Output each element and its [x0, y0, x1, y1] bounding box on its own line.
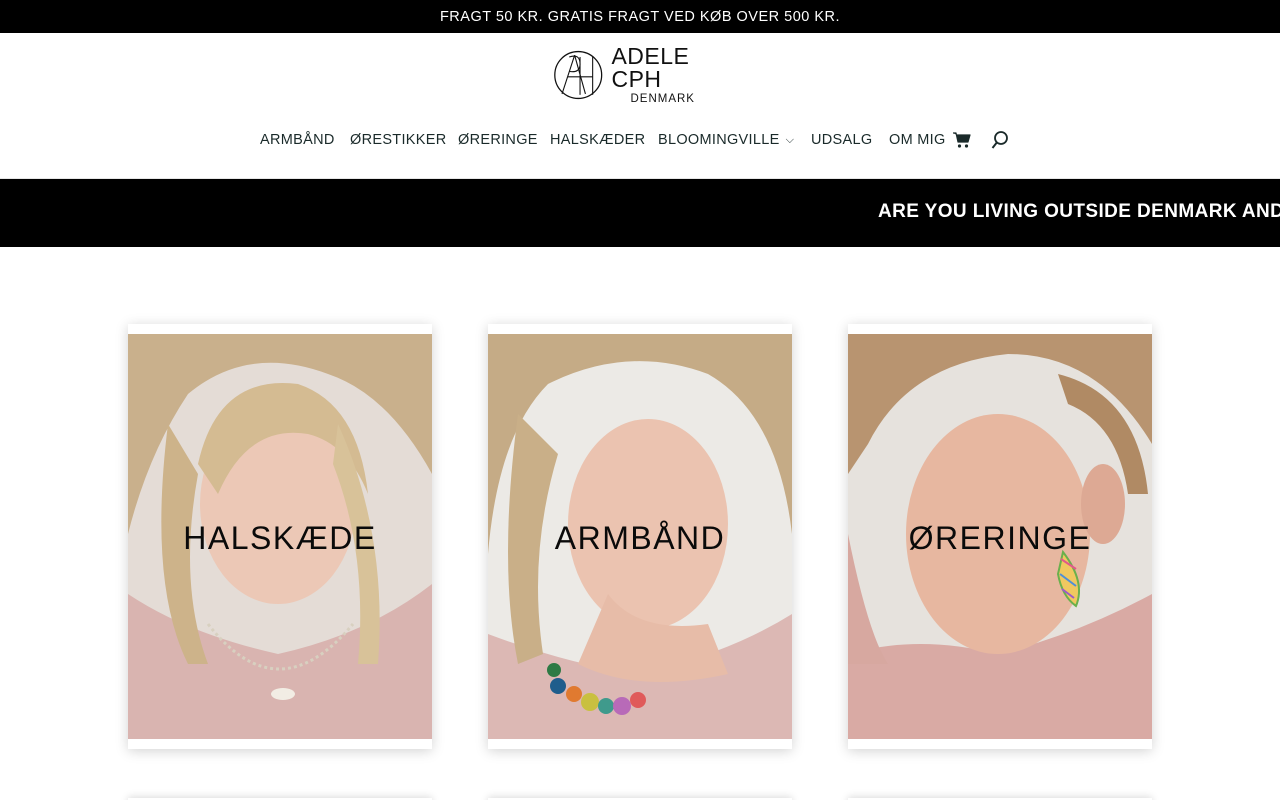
scrolling-banner-text: ARE YOU LIVING OUTSIDE DENMARK AND — [878, 201, 1280, 222]
nav-item-armbaand[interactable]: ARMBÅND — [260, 129, 335, 151]
nav-item-om-mig[interactable]: OM MIG — [889, 129, 946, 151]
search-icon[interactable] — [991, 130, 1009, 150]
category-card-oreringe[interactable]: ØRERINGE — [848, 324, 1152, 749]
shipping-announcement-text: FRAGT 50 KR. GRATIS FRAGT VED KØB OVER 5… — [439, 8, 841, 25]
category-card-halskaede[interactable]: HALSKÆDE — [128, 324, 432, 749]
category-label: HALSKÆDE — [183, 520, 377, 556]
nav-item-bloomingville[interactable]: BLOOMINGVILLE ⌵ — [658, 129, 794, 152]
site-header: ADELE CPH DENMARK ARMBÅND ØRESTIKKER ØRE… — [0, 33, 1280, 179]
nav-item-bloomingville-label: BLOOMINGVILLE — [658, 132, 780, 148]
logo-title: ADELE CPH — [611, 42, 690, 92]
scrolling-banner: ARE YOU LIVING OUTSIDE DENMARK AND — [0, 179, 1280, 247]
category-label: ØRERINGE — [908, 520, 1092, 556]
nav-item-udsalg[interactable]: UDSALG — [811, 129, 872, 151]
category-label: ARMBÅND — [554, 520, 726, 556]
nav-item-oreringe[interactable]: ØRERINGE — [458, 129, 538, 151]
shipping-announcement-bar: FRAGT 50 KR. GRATIS FRAGT VED KØB OVER 5… — [0, 0, 1280, 33]
category-card-armbaand[interactable]: ARMBÅND — [488, 324, 792, 749]
main-navigation: ARMBÅND ØRESTIKKER ØRERINGE HALSKÆDER BL… — [0, 129, 1280, 151]
chevron-down-icon: ⌵ — [785, 134, 795, 146]
nav-item-halskaeder[interactable]: HALSKÆDER — [550, 129, 645, 151]
logo-subtitle: DENMARK — [630, 92, 695, 105]
logo-monogram-icon — [554, 50, 603, 100]
nav-item-orestikker[interactable]: ØRESTIKKER — [350, 129, 446, 151]
shopping-cart-icon[interactable] — [952, 131, 972, 149]
site-logo[interactable]: ADELE CPH DENMARK — [553, 42, 733, 105]
